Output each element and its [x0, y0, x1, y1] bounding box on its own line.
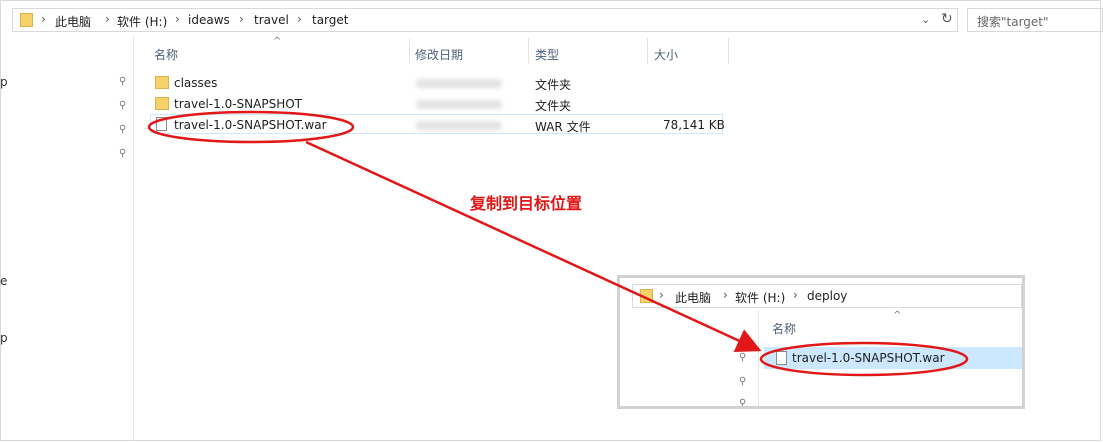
annotation-overlay: [147, 110, 969, 377]
highlight-ellipse-source: [147, 110, 355, 144]
copy-arrow: [305, 140, 762, 353]
highlight-ellipse-target: [759, 341, 969, 377]
